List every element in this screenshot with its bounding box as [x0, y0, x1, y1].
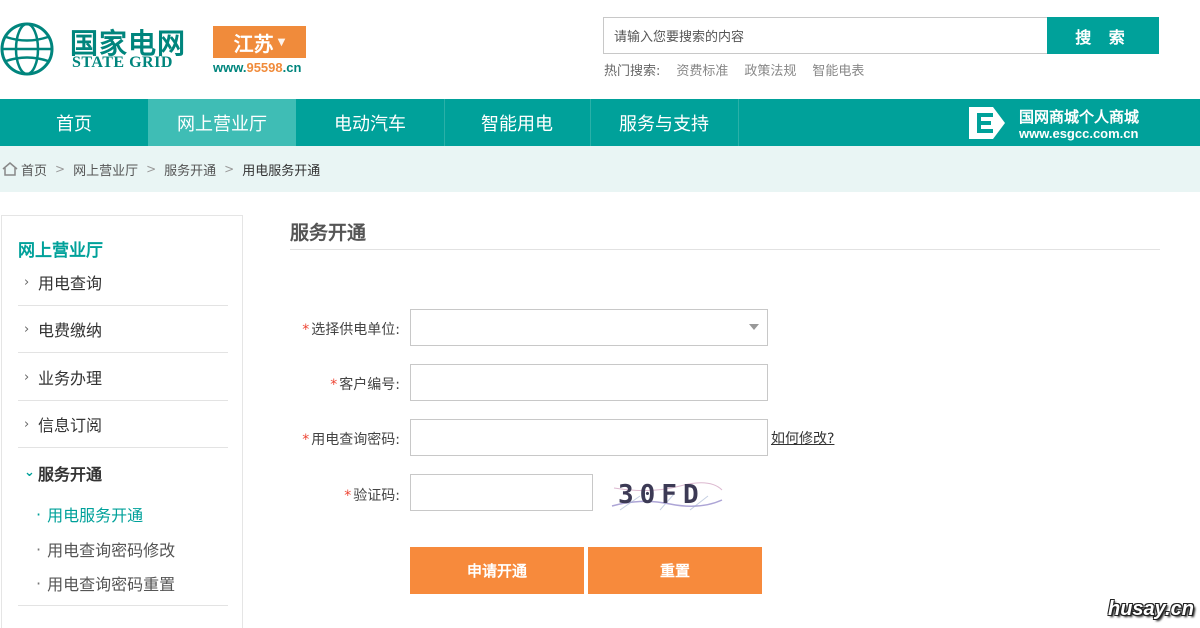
- breadcrumb-current: 用电服务开通: [242, 163, 321, 179]
- breadcrumb-item[interactable]: 服务开通: [164, 160, 216, 179]
- nav-item-ev[interactable]: 电动汽车: [296, 99, 444, 146]
- required-mark: *: [330, 377, 338, 393]
- region-label: 江苏: [233, 31, 274, 56]
- watermark: husay.cn: [1108, 598, 1194, 620]
- title-divider: [290, 249, 1160, 250]
- customer-number-label-text: 客户编号:: [339, 377, 400, 393]
- state-grid-logo[interactable]: 国家电网 STATE GRID: [0, 18, 195, 80]
- hotline-number: 95598: [246, 60, 283, 75]
- mall-name: 国网商城个人商城: [1019, 108, 1140, 126]
- hot-searches-label: 热门搜索:: [604, 64, 661, 79]
- chevron-right-icon: >: [55, 162, 66, 176]
- nav-item-online-hall[interactable]: 网上营业厅: [148, 99, 296, 146]
- reset-button[interactable]: 重置: [588, 547, 762, 594]
- sidebar-item-label: 服务开通: [38, 464, 103, 484]
- customer-number-label: * 客户编号:: [290, 374, 400, 394]
- breadcrumb-item[interactable]: 首页: [21, 160, 47, 179]
- query-password-label: * 用电查询密码:: [290, 429, 400, 449]
- page-title: 服务开通: [290, 222, 367, 244]
- nav-divider: [738, 99, 739, 146]
- logo-english-text: STATE GRID: [72, 54, 173, 71]
- supply-unit-label: * 选择供电单位:: [290, 319, 400, 339]
- supply-unit-select[interactable]: [410, 309, 768, 346]
- sidebar-subitem-label: 用电服务开通: [47, 506, 144, 525]
- required-mark: *: [302, 432, 310, 448]
- sidebar-subitem-password-reset[interactable]: · 用电查询密码重置: [36, 570, 175, 596]
- bullet-icon: ·: [36, 539, 42, 559]
- hot-link[interactable]: 政策法规: [744, 60, 796, 79]
- mall-link[interactable]: 国网商城个人商城 www.esgcc.com.cn: [965, 103, 1165, 143]
- captcha-text: 30FD: [618, 480, 705, 510]
- search-input[interactable]: 请输入您要搜索的内容: [603, 17, 1047, 54]
- customer-number-input[interactable]: [410, 364, 768, 401]
- chevron-right-icon: >: [224, 162, 235, 176]
- required-mark: *: [344, 488, 352, 504]
- sidebar-subitem-label: 用电查询密码修改: [47, 541, 176, 560]
- required-mark: *: [302, 322, 310, 338]
- submit-button[interactable]: 申请开通: [410, 547, 584, 594]
- sidebar-item-label: 业务办理: [38, 369, 103, 388]
- hotline-suffix: .cn: [282, 60, 302, 75]
- how-to-modify-link[interactable]: 如何修改?: [771, 428, 834, 448]
- query-password-label-text: 用电查询密码:: [311, 432, 400, 448]
- hot-searches: 热门搜索: 资费标准 政策法规 智能电表: [604, 60, 864, 79]
- main-nav: 首页 网上营业厅 电动汽车 智能用电 服务与支持 国网商城个人商城 www.es…: [0, 99, 1200, 146]
- search-placeholder: 请输入您要搜索的内容: [614, 30, 745, 45]
- sidebar-item-service-activation[interactable]: ⌄ 服务开通: [18, 449, 228, 496]
- supply-unit-label-text: 选择供电单位:: [311, 322, 400, 338]
- sidebar-divider: [18, 605, 228, 606]
- hotline-prefix: www.: [213, 60, 247, 75]
- sidebar-subitem-password-change[interactable]: · 用电查询密码修改: [36, 536, 175, 562]
- sidebar-title: 网上营业厅: [18, 241, 103, 261]
- sidebar-item-business[interactable]: › 业务办理: [18, 354, 228, 401]
- chevron-right-icon: ›: [24, 274, 30, 290]
- chevron-down-icon: ⌄: [24, 465, 35, 480]
- bullet-icon: ·: [36, 573, 42, 593]
- caret-down-icon: [749, 324, 759, 330]
- sidebar-subitem-activation[interactable]: · 用电服务开通: [36, 501, 143, 527]
- header: 国家电网 STATE GRID 江苏 ▼ www.95598.cn 请输入您要搜…: [0, 0, 1200, 100]
- caret-down-icon: ▼: [277, 36, 286, 48]
- sidebar-item-usage-query[interactable]: › 用电查询: [18, 259, 228, 306]
- captcha-label: * 验证码:: [290, 485, 400, 505]
- chevron-right-icon: >: [146, 162, 157, 176]
- nav-item-smart-power[interactable]: 智能用电: [444, 99, 590, 146]
- sidebar-item-subscription[interactable]: › 信息订阅: [18, 401, 228, 448]
- chevron-right-icon: ›: [24, 369, 30, 385]
- query-password-input[interactable]: [410, 419, 768, 456]
- sidebar: 网上营业厅 › 用电查询 › 电费缴纳 › 业务办理 › 信息订阅 ⌄ 服务开通…: [1, 215, 243, 628]
- sidebar-item-bill-payment[interactable]: › 电费缴纳: [18, 306, 228, 353]
- nav-item-support[interactable]: 服务与支持: [590, 99, 738, 146]
- search-button[interactable]: 搜 索: [1047, 17, 1159, 54]
- chevron-right-icon: ›: [24, 416, 30, 432]
- mall-url: www.esgcc.com.cn: [1019, 126, 1139, 141]
- sidebar-item-label: 信息订阅: [38, 416, 103, 435]
- nav-item-home[interactable]: 首页: [0, 99, 148, 146]
- mall-logo-icon: [969, 107, 1005, 139]
- hot-link[interactable]: 资费标准: [676, 60, 728, 79]
- breadcrumb-bar: 首页 > 网上营业厅 > 服务开通 > 用电服务开通: [0, 146, 1200, 192]
- hot-link[interactable]: 智能电表: [812, 60, 864, 79]
- breadcrumb: 首页 > 网上营业厅 > 服务开通 > 用电服务开通: [2, 146, 320, 192]
- captcha-image[interactable]: 30FD: [610, 476, 725, 512]
- chevron-right-icon: ›: [24, 321, 30, 337]
- breadcrumb-item[interactable]: 网上营业厅: [73, 160, 138, 179]
- captcha-label-text: 验证码:: [353, 488, 400, 504]
- home-icon: [2, 162, 18, 176]
- globe-logo-icon: [0, 22, 54, 76]
- region-selector[interactable]: 江苏 ▼: [213, 26, 306, 58]
- bullet-icon: ·: [36, 504, 42, 524]
- hotline-link[interactable]: www.95598.cn: [213, 60, 301, 75]
- captcha-input[interactable]: [410, 474, 593, 511]
- sidebar-subitem-label: 用电查询密码重置: [47, 575, 176, 594]
- sidebar-item-label: 电费缴纳: [38, 321, 103, 340]
- sidebar-item-label: 用电查询: [38, 274, 103, 293]
